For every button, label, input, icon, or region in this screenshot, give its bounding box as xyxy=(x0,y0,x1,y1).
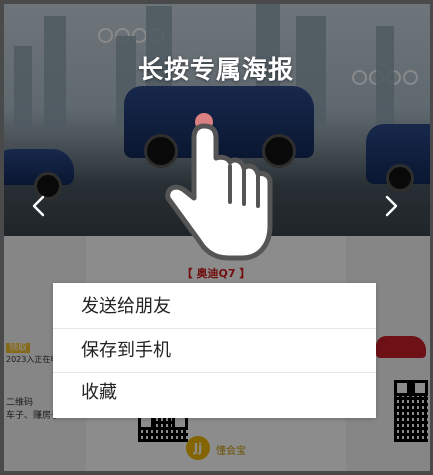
chevron-left-icon[interactable] xyxy=(28,194,52,218)
poster-title: 长按专属海报 xyxy=(137,55,294,84)
menu-item-save-to-phone[interactable]: 保存到手机 xyxy=(53,329,376,373)
menu-item-favorite[interactable]: 收藏 xyxy=(53,371,376,415)
press-hand-icon xyxy=(160,106,280,266)
context-menu: 发送给朋友 保存到手机 收藏 xyxy=(53,283,376,418)
chevron-right-icon[interactable] xyxy=(378,194,402,218)
menu-item-send-to-friend[interactable]: 发送给朋友 xyxy=(53,285,376,329)
poster-carousel: 领取 2023入正在申号 二维码 车子、赚房子 【 奥迪Q7 】 Jj 懂会宝 xyxy=(0,0,433,475)
